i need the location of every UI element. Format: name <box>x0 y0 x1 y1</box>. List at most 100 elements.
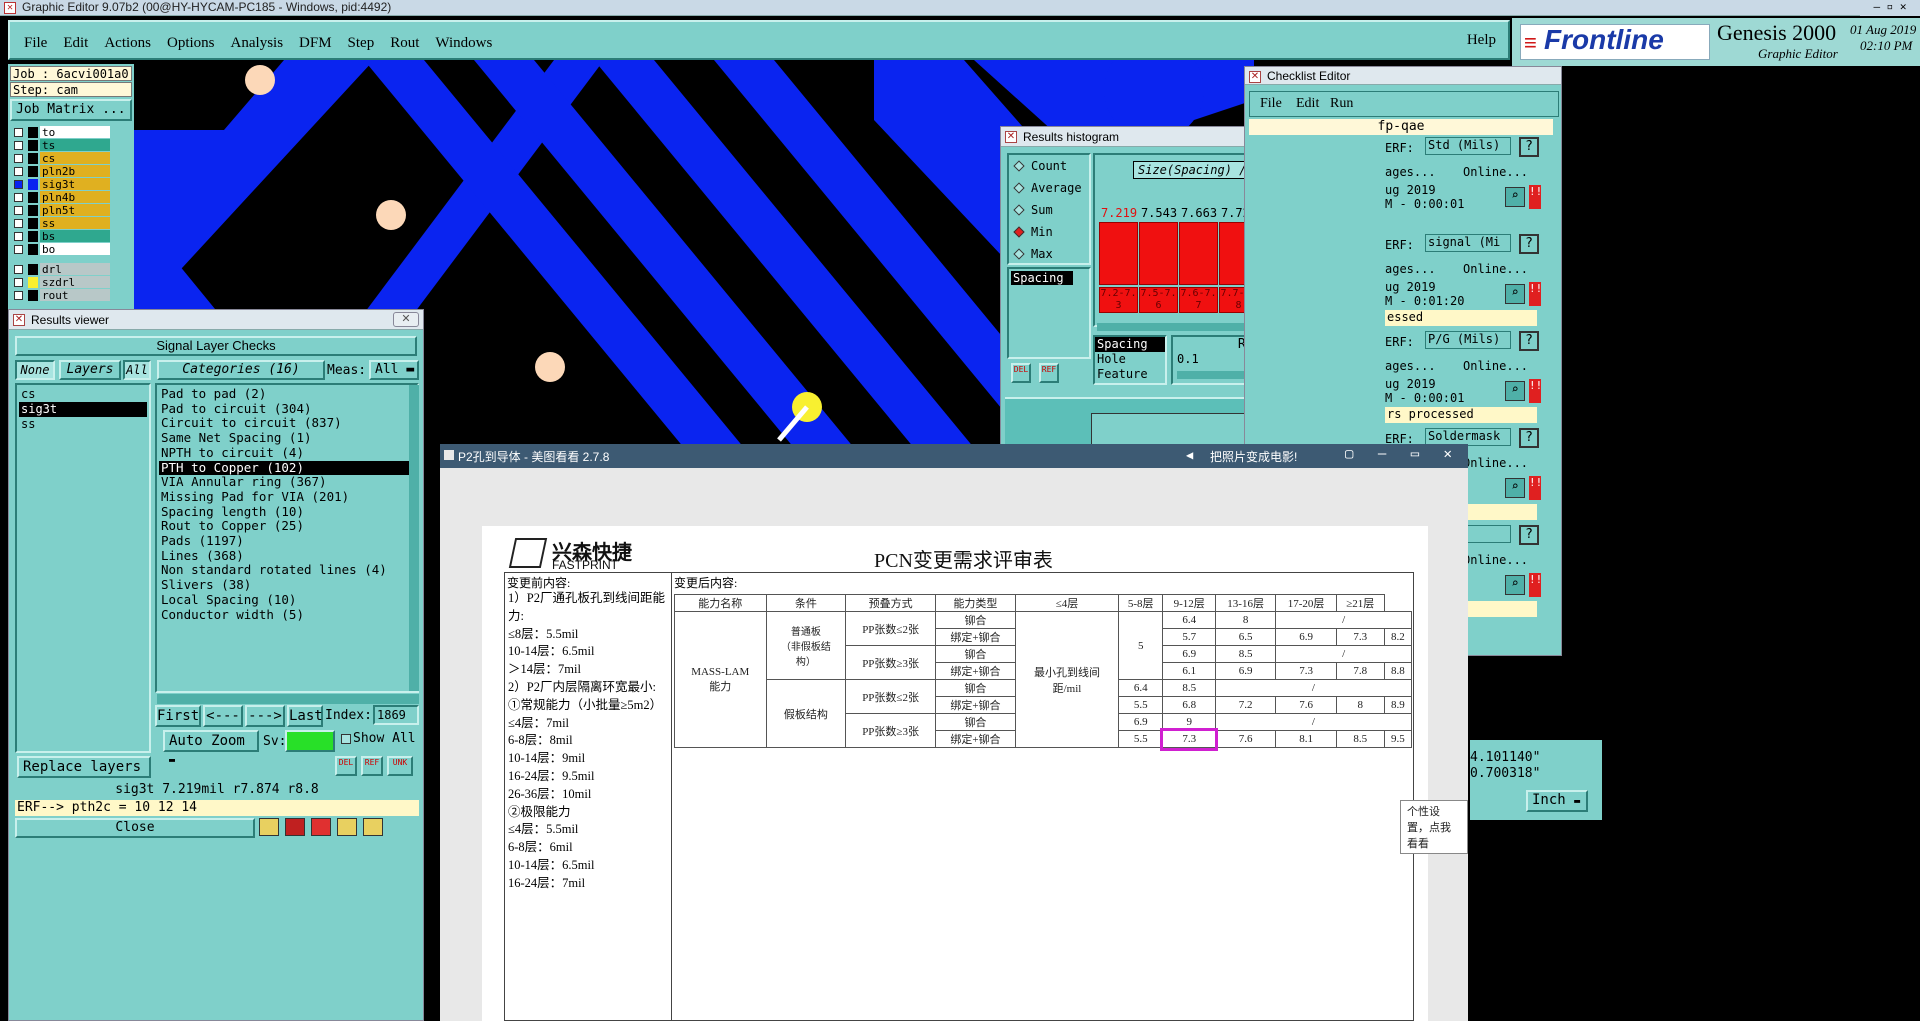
help-menu[interactable]: Help <box>1467 32 1496 49</box>
histogram-bar[interactable] <box>1139 222 1178 285</box>
type-list[interactable]: Spacing Hole Feature <box>1093 335 1167 385</box>
tab-none[interactable]: None <box>15 360 55 380</box>
next-button[interactable]: ---> <box>245 705 285 727</box>
checklist-titlebar[interactable]: ✕ Checklist Editor <box>1245 67 1561 85</box>
layer-row[interactable]: to <box>10 126 132 139</box>
alert-icon[interactable]: !! <box>1529 476 1542 500</box>
drill-layer-row[interactable]: drl <box>10 263 132 276</box>
prev-button[interactable]: <--- <box>203 705 243 727</box>
layer-row[interactable]: pln5t <box>10 204 132 217</box>
tab-all[interactable]: All <box>123 360 151 380</box>
layer-row[interactable]: bs <box>10 230 132 243</box>
aggregate-option[interactable]: Min <box>1009 221 1089 243</box>
unk-icon[interactable]: UNK <box>387 756 413 776</box>
ages-button[interactable]: ages... <box>1385 165 1436 179</box>
zoom-icon[interactable]: ⌕ <box>1505 381 1525 401</box>
online-button[interactable]: Online... <box>1463 165 1528 179</box>
radio-icon[interactable] <box>1013 248 1025 260</box>
tool-icon[interactable] <box>311 818 331 836</box>
layer-row[interactable]: bo <box>10 243 132 256</box>
erf-select[interactable]: P/G (Mils) <box>1425 331 1511 349</box>
menu-step[interactable]: Step <box>348 35 375 52</box>
tool-icon[interactable] <box>337 818 357 836</box>
erf-select[interactable]: signal (Mi <box>1425 234 1511 252</box>
zoom-icon[interactable]: ⌕ <box>1505 187 1525 207</box>
zoom-icon[interactable]: ⌕ <box>1505 478 1525 498</box>
aggregate-option[interactable]: Sum <box>1009 199 1089 221</box>
checklist-menu-run[interactable]: Run <box>1330 96 1353 112</box>
category-item[interactable]: Circuit to circuit (837) <box>159 416 415 431</box>
layer-row[interactable]: ss <box>10 217 132 230</box>
menu-file[interactable]: File <box>24 35 47 52</box>
first-button[interactable]: First <box>155 705 201 727</box>
category-item[interactable]: Lines (368) <box>159 548 415 564</box>
category-item[interactable]: Pads (1197) <box>159 533 415 549</box>
replace-layers-select[interactable]: Replace layers ▬ <box>17 756 151 792</box>
tab-layers[interactable]: Layers <box>59 360 121 380</box>
checkbox-icon[interactable] <box>14 154 23 163</box>
auto-zoom-select[interactable]: Auto Zoom ▬ <box>163 730 259 766</box>
unit-select[interactable]: Inch ▬ <box>1526 790 1588 812</box>
radio-icon[interactable] <box>1013 204 1025 216</box>
radio-icon[interactable] <box>1013 226 1025 238</box>
help-icon[interactable]: ? <box>1519 331 1539 351</box>
erf-select[interactable]: Std (Mils) <box>1425 137 1511 155</box>
menu-rout[interactable]: Rout <box>390 35 419 52</box>
field-spacing[interactable]: Spacing <box>1011 271 1073 285</box>
aggregate-option[interactable]: Count <box>1009 155 1089 177</box>
help-icon[interactable]: ? <box>1519 137 1539 157</box>
viewer-controls[interactable]: ▢ ‒ ▭ ✕ <box>1345 446 1460 462</box>
category-item[interactable]: Rout to Copper (25) <box>159 519 415 534</box>
menu-options[interactable]: Options <box>167 35 215 52</box>
category-item[interactable]: Local Spacing (10) <box>159 592 415 608</box>
checkbox-icon[interactable] <box>14 141 23 150</box>
tool-icon[interactable] <box>285 818 305 836</box>
list-item[interactable]: sig3t <box>19 402 147 417</box>
layer-row[interactable]: cs <box>10 152 132 165</box>
results-viewer-titlebar[interactable]: ✕ Results viewer ✕ <box>9 310 423 330</box>
show-all-checkbox[interactable] <box>341 734 351 744</box>
category-item[interactable]: Missing Pad for VIA (201) <box>159 489 415 505</box>
menu-actions[interactable]: Actions <box>104 35 151 52</box>
drill-layer-row[interactable]: rout <box>10 289 132 302</box>
online-button[interactable]: Online... <box>1463 359 1528 373</box>
drill-layer-row[interactable]: szdrl <box>10 276 132 289</box>
category-item[interactable]: Pad to circuit (304) <box>159 401 415 417</box>
type-item[interactable]: Feature <box>1095 367 1165 382</box>
ref-icon[interactable]: REF <box>361 756 383 776</box>
category-item[interactable]: PTH to Copper (102) <box>159 460 415 476</box>
help-icon[interactable]: ? <box>1519 234 1539 254</box>
checkbox-icon[interactable] <box>14 278 23 287</box>
type-item[interactable]: Spacing <box>1095 337 1165 352</box>
checkbox-icon[interactable] <box>14 245 23 254</box>
layer-results-list[interactable]: cs sig3t ss <box>15 383 151 753</box>
index-input[interactable]: 1869 <box>373 705 419 725</box>
list-item[interactable]: ss <box>19 417 147 432</box>
category-item[interactable]: VIA Annular ring (367) <box>159 475 415 490</box>
category-scrollbar[interactable] <box>409 385 419 691</box>
online-button[interactable]: Online... <box>1463 262 1528 276</box>
aggregate-option[interactable]: Average <box>1009 177 1089 199</box>
viewer-titlebar[interactable]: P2孔到导体 - 美图看看 2.7.8 ◀ 把照片变成电影! ▢ ‒ ▭ ✕ <box>440 444 1468 468</box>
checkbox-icon[interactable] <box>14 219 23 228</box>
category-item[interactable]: Non standard rotated lines (4) <box>159 563 415 578</box>
alert-icon[interactable]: !! <box>1529 185 1542 209</box>
viewer-promo[interactable]: 把照片变成电影! <box>1210 448 1297 465</box>
tool-icon[interactable] <box>363 818 383 836</box>
zoom-icon[interactable]: ⌕ <box>1505 575 1525 595</box>
checklist-menu-file[interactable]: File <box>1260 96 1282 112</box>
window-controls[interactable]: ‒ ▫ ✕ <box>1860 0 1920 16</box>
meas-select[interactable]: All ▬ <box>369 360 419 380</box>
horizontal-scrollbar[interactable] <box>157 694 419 704</box>
checkbox-icon[interactable] <box>14 128 23 137</box>
ref-icon[interactable]: REF <box>1039 363 1059 383</box>
tool-icon[interactable] <box>259 818 279 836</box>
job-matrix-button[interactable]: Job Matrix ... <box>10 99 132 121</box>
checkbox-icon[interactable] <box>14 193 23 202</box>
layer-row[interactable]: pln4b <box>10 191 132 204</box>
alert-icon[interactable]: !! <box>1529 282 1542 306</box>
category-item[interactable]: Slivers (38) <box>159 577 415 593</box>
ages-button[interactable]: ages... <box>1385 359 1436 373</box>
list-item[interactable]: cs <box>19 387 147 402</box>
category-item[interactable]: NPTH to circuit (4) <box>159 445 415 461</box>
